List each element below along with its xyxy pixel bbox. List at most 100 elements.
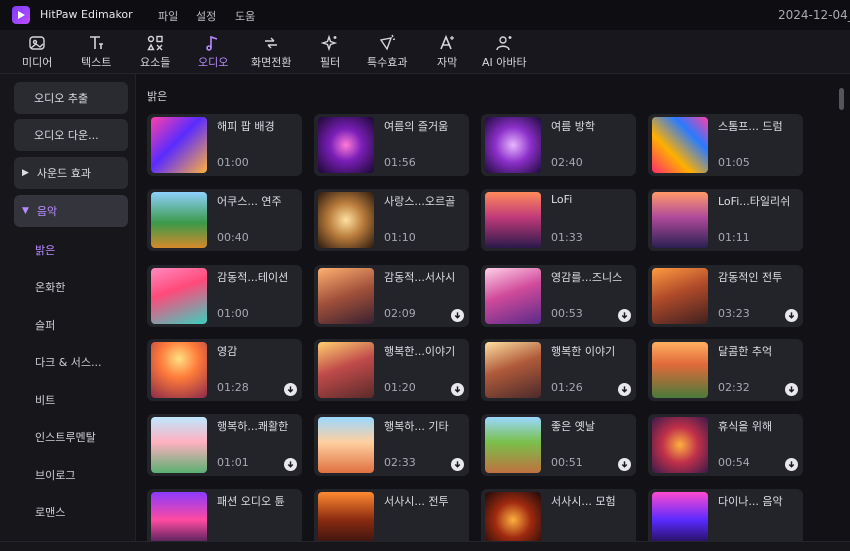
track-thumbnail xyxy=(485,417,541,473)
track-card[interactable]: 달콤한 추억 02:32 xyxy=(648,339,803,401)
track-duration: 01:33 xyxy=(551,231,583,244)
app-logo xyxy=(12,6,30,24)
track-thumbnail xyxy=(485,192,541,248)
track-duration: 01:20 xyxy=(384,381,416,394)
download-icon[interactable] xyxy=(618,309,631,322)
track-card[interactable]: 영감를...즈니스 00:53 xyxy=(481,265,636,327)
download-icon[interactable] xyxy=(451,309,464,322)
track-title: LoFi xyxy=(551,193,573,206)
track-card[interactable]: 좋은 옛날 00:51 xyxy=(481,414,636,476)
project-date: 2024-12-04_0 xyxy=(778,8,850,22)
caret-right-icon: ▶ xyxy=(22,168,29,178)
track-thumbnail xyxy=(485,117,541,173)
scrollbar-thumb[interactable] xyxy=(839,88,844,110)
tab-subtitle[interactable]: 자막 xyxy=(437,34,457,72)
track-thumbnail xyxy=(652,342,708,398)
track-card[interactable]: 행복하... 기타 02:33 xyxy=(314,414,469,476)
filter-sparkle-icon xyxy=(321,34,338,52)
download-audio-button[interactable]: 오디오 다운... xyxy=(14,119,128,151)
menu-settings[interactable]: 설정 xyxy=(196,8,216,24)
track-thumbnail xyxy=(151,417,207,473)
track-card[interactable]: 감동적인 전투 03:23 xyxy=(648,265,803,327)
track-thumbnail xyxy=(652,117,708,173)
track-title: 달콤한 추억 xyxy=(718,345,773,358)
download-icon[interactable] xyxy=(785,309,798,322)
menu-file[interactable]: 파일 xyxy=(158,8,178,24)
sidebar-item-dark-suspense[interactable]: 다크 & 서스... xyxy=(35,354,102,370)
track-card[interactable]: 사랑스...오르골 01:10 xyxy=(314,189,469,251)
track-title: 여름의 즐거움 xyxy=(384,120,449,133)
download-icon[interactable] xyxy=(785,458,798,471)
tab-label: 텍스트 xyxy=(81,56,112,69)
track-thumbnail xyxy=(485,492,541,548)
media-icon xyxy=(29,36,45,50)
track-thumbnail xyxy=(151,342,207,398)
track-card[interactable]: 휴식을 위해 00:54 xyxy=(648,414,803,476)
download-icon[interactable] xyxy=(451,383,464,396)
track-title: 스톰프... 드럼 xyxy=(718,120,783,133)
track-card[interactable]: 감동적...서사시 02:09 xyxy=(314,265,469,327)
track-card[interactable]: 행복한...이야기 01:20 xyxy=(314,339,469,401)
sidebar-item-bright[interactable]: 밝은 xyxy=(35,242,55,258)
track-duration: 01:11 xyxy=(718,231,750,244)
sidebar-item-vlog[interactable]: 브이로그 xyxy=(35,467,75,483)
track-duration: 00:40 xyxy=(217,231,249,244)
track-card[interactable]: LoFi...타일리쉬 01:11 xyxy=(648,189,803,251)
track-card[interactable]: 스톰프... 드럼 01:05 xyxy=(648,114,803,176)
tab-text[interactable]: 텍스트 xyxy=(81,34,111,72)
track-card[interactable]: 해피 팝 배경 01:00 xyxy=(147,114,302,176)
track-duration: 02:32 xyxy=(718,381,750,394)
sidebar-item-romance[interactable]: 로맨스 xyxy=(35,504,65,520)
tab-transition[interactable]: 화면전환 xyxy=(251,34,291,72)
track-title: 감동적인 전투 xyxy=(718,271,783,284)
tab-label: 미디어 xyxy=(22,56,53,69)
track-thumbnail xyxy=(151,492,207,548)
download-icon[interactable] xyxy=(785,383,798,396)
track-title: 행복한 이야기 xyxy=(551,345,616,358)
tab-elements[interactable]: 요소들 xyxy=(140,34,170,72)
music-note-icon xyxy=(206,35,218,51)
menu-help[interactable]: 도움 xyxy=(235,8,255,24)
track-duration: 01:00 xyxy=(217,156,249,169)
tab-filter[interactable]: 필터 xyxy=(320,34,340,72)
track-card[interactable]: 행복하...쾌활한 01:01 xyxy=(147,414,302,476)
app-title: HitPaw Edimakor xyxy=(40,8,133,21)
tab-ai-avatar[interactable]: AI 아바타 xyxy=(482,34,527,72)
track-thumbnail xyxy=(151,268,207,324)
download-icon[interactable] xyxy=(284,458,297,471)
track-duration: 01:26 xyxy=(551,381,583,394)
sidebar-item-sad[interactable]: 슬퍼 xyxy=(35,317,55,333)
track-card[interactable]: 감동적...테이션 01:00 xyxy=(147,265,302,327)
button-label: 오디오 추출 xyxy=(34,92,89,105)
download-icon[interactable] xyxy=(618,383,631,396)
track-duration: 01:56 xyxy=(384,156,416,169)
track-title: 영감 xyxy=(217,345,238,358)
category-music[interactable]: ▼ 음악 xyxy=(14,195,128,227)
track-card[interactable]: 행복한 이야기 01:26 xyxy=(481,339,636,401)
download-icon[interactable] xyxy=(451,458,464,471)
track-title: 좋은 옛날 xyxy=(551,420,595,433)
track-card[interactable]: 여름 방학 02:40 xyxy=(481,114,636,176)
track-duration: 01:28 xyxy=(217,381,249,394)
track-card[interactable]: 어쿠스... 연주 00:40 xyxy=(147,189,302,251)
extract-audio-button[interactable]: 오디오 추출 xyxy=(14,82,128,114)
track-title: 다이나... 음악 xyxy=(718,495,783,508)
sidebar-item-gentle[interactable]: 온화한 xyxy=(35,279,65,295)
download-icon[interactable] xyxy=(284,383,297,396)
sidebar-item-beat[interactable]: 비트 xyxy=(35,392,55,408)
tab-audio[interactable]: 오디오 xyxy=(198,34,228,72)
track-card[interactable]: LoFi 01:33 xyxy=(481,189,636,251)
track-card[interactable]: 여름의 즐거움 01:56 xyxy=(314,114,469,176)
tab-effects[interactable]: 특수효과 xyxy=(367,34,407,72)
track-thumbnail xyxy=(318,417,374,473)
tab-media[interactable]: 미디어 xyxy=(22,34,52,72)
track-thumbnail xyxy=(151,117,207,173)
ai-avatar-icon xyxy=(496,36,512,51)
download-icon[interactable] xyxy=(618,458,631,471)
sidebar-item-instrumental[interactable]: 인스트루멘탈 xyxy=(35,429,96,445)
track-title: 휴식을 위해 xyxy=(718,420,773,433)
track-card[interactable]: 영감 01:28 xyxy=(147,339,302,401)
tab-label: 요소들 xyxy=(140,56,171,69)
category-sound-effects[interactable]: ▶ 사운드 효과 xyxy=(14,157,128,189)
track-title: 패션 오디오 튠 xyxy=(217,495,285,508)
